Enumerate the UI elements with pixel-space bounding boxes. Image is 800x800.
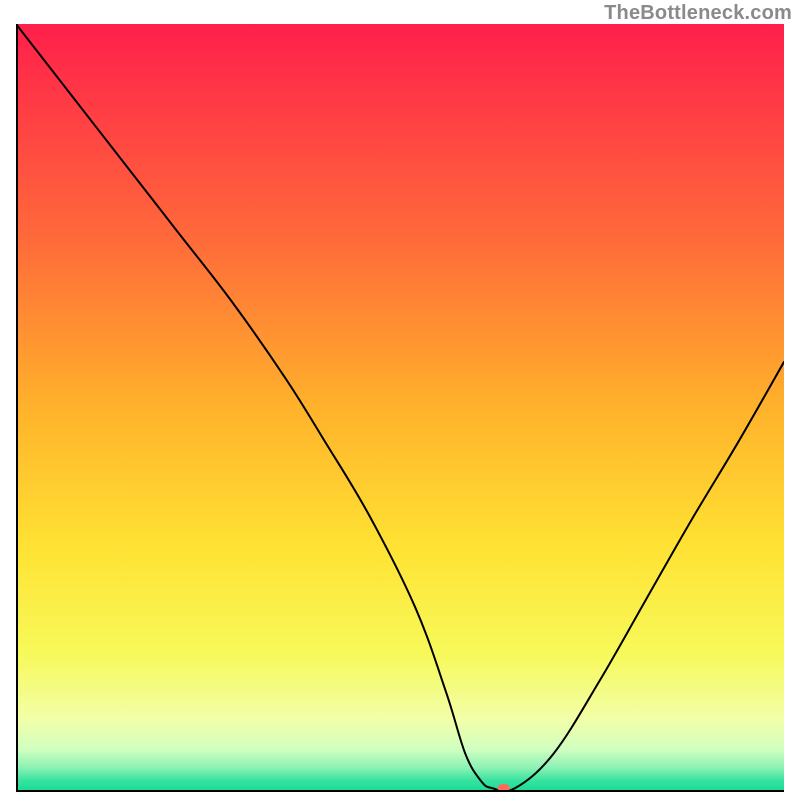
bottleneck-chart xyxy=(16,24,784,792)
chart-background xyxy=(16,24,784,792)
watermark-text: TheBottleneck.com xyxy=(604,2,792,25)
chart-canvas xyxy=(16,24,784,792)
